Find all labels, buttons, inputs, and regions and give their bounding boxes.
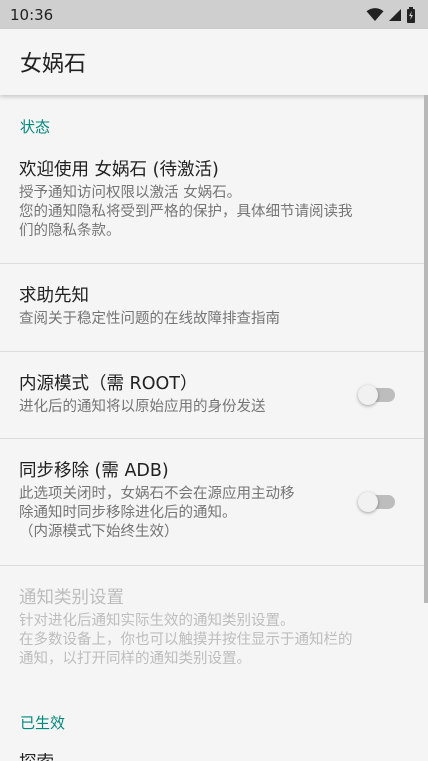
switch-thumb: [358, 492, 378, 512]
pref-channel-settings-summary: 针对进化后通知实际生效的通知类别设置。 在多数设备上，你也可以触摸并按住显示于通…: [19, 612, 404, 669]
pref-explore-title: 探索: [19, 751, 404, 761]
pref-help-title: 求助先知: [19, 286, 89, 306]
battery-icon: [407, 6, 415, 23]
pref-help-summary: 查阅关于稳定性问题的在线故障排查指南: [19, 311, 280, 327]
pref-explore[interactable]: 探索: [0, 751, 428, 761]
switch-thumb: [358, 385, 378, 405]
cellular-signal-icon: [389, 8, 401, 21]
summary-line: 您的通知隐私将受到严格的保护，具体细节请阅读我: [19, 204, 353, 220]
pref-sync-remove-title: 同步移除 (需 ADB): [19, 461, 169, 481]
section-header-status: 状态: [20, 118, 51, 136]
pref-inner-mode-summary: 进化后的通知将以原始应用的身份发送: [19, 399, 266, 415]
wifi-icon: [366, 7, 384, 21]
status-time: 10:36: [10, 5, 54, 24]
pref-sync-remove-summary: 此选项关闭时，女娲石不会在源应用主动移 除通知时同步移除进化后的通知。 （内源模…: [19, 485, 404, 542]
sync-remove-switch[interactable]: [358, 492, 395, 512]
summary-line: 在多数设备上，你也可以触摸并按住显示于通知栏的: [19, 632, 353, 648]
pref-channel-settings: 通知类别设置 针对进化后通知实际生效的通知类别设置。 在多数设备上，你也可以触摸…: [0, 586, 428, 669]
divider: [0, 351, 428, 352]
pref-channel-settings-title: 通知类别设置: [19, 588, 124, 608]
pref-activation-summary: 授予通知访问权限以激活 女娲石。 您的通知隐私将受到严格的保护，具体细节请阅读我…: [19, 184, 404, 241]
summary-line: 除通知时同步移除进化后的通知。: [19, 505, 237, 521]
divider: [0, 438, 428, 439]
summary-line: 针对进化后通知实际生效的通知类别设置。: [19, 613, 295, 629]
summary-line: 们的隐私条款。: [19, 223, 121, 239]
summary-line: （内源模式下始终生效）: [19, 524, 179, 540]
divider: [0, 565, 428, 566]
summary-line: 通知，以打开同样的通知类别设置。: [19, 651, 251, 667]
app-bar: 女娲石: [0, 29, 428, 95]
pref-inner-mode-title: 内源模式（需 ROOT）: [19, 374, 198, 394]
summary-line: 授予通知访问权限以激活 女娲石。: [19, 185, 242, 201]
pref-help[interactable]: 求助先知 查阅关于稳定性问题的在线故障排查指南: [0, 284, 428, 329]
status-icons: [366, 6, 416, 23]
inner-mode-switch[interactable]: [358, 385, 395, 405]
pref-activation[interactable]: 欢迎使用 女娲石 (待激活) 授予通知访问权限以激活 女娲石。 您的通知隐私将受…: [0, 158, 428, 241]
divider: [0, 263, 428, 264]
status-bar: 10:36: [0, 0, 428, 29]
section-header-active: 已生效: [20, 714, 66, 732]
app-title: 女娲石: [20, 52, 87, 77]
summary-line: 此选项关闭时，女娲石不会在源应用主动移: [19, 486, 295, 502]
pref-activation-title: 欢迎使用 女娲石 (待激活): [19, 160, 219, 180]
scrollbar-thumb[interactable]: [424, 95, 428, 603]
settings-list: 状态 欢迎使用 女娲石 (待激活) 授予通知访问权限以激活 女娲石。 您的通知隐…: [0, 95, 428, 761]
